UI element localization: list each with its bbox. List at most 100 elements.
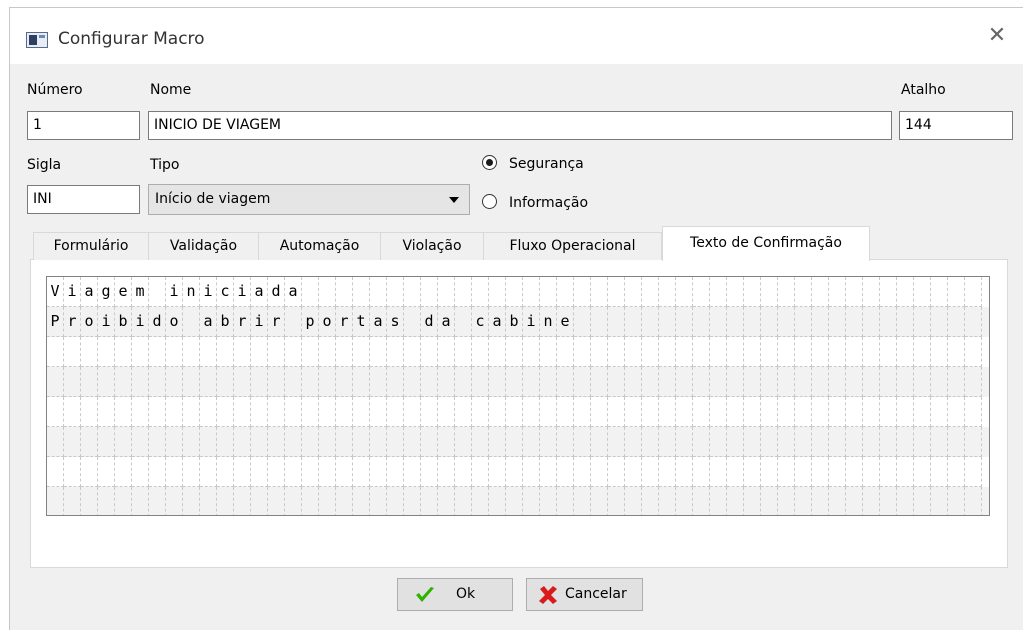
grid-cell[interactable]: a: [81, 277, 98, 307]
grid-cell[interactable]: a: [285, 277, 302, 307]
grid-cell[interactable]: [744, 337, 761, 367]
grid-cell[interactable]: [557, 427, 574, 457]
grid-cell[interactable]: [625, 427, 642, 457]
grid-cell[interactable]: [149, 457, 166, 487]
grid-cell[interactable]: [608, 457, 625, 487]
grid-cell[interactable]: [353, 427, 370, 457]
grid-cell[interactable]: [761, 277, 778, 307]
grid-cell[interactable]: a: [489, 307, 506, 337]
grid-cell[interactable]: [234, 427, 251, 457]
grid-cell[interactable]: [829, 427, 846, 457]
grid-cell[interactable]: [591, 397, 608, 427]
radio-seguranca[interactable]: [482, 155, 497, 170]
grid-cell[interactable]: i: [251, 307, 268, 337]
grid-cell[interactable]: [591, 487, 608, 515]
grid-cell[interactable]: s: [387, 307, 404, 337]
grid-cell[interactable]: [778, 397, 795, 427]
grid-cell[interactable]: [540, 457, 557, 487]
ok-button[interactable]: Ok: [397, 578, 513, 611]
grid-cell[interactable]: a: [370, 307, 387, 337]
grid-cell[interactable]: [897, 367, 914, 397]
grid-cell[interactable]: [914, 427, 931, 457]
grid-cell[interactable]: [302, 487, 319, 515]
grid-cell[interactable]: [574, 277, 591, 307]
grid-cell[interactable]: [353, 367, 370, 397]
grid-cell[interactable]: [319, 427, 336, 457]
grid-cell[interactable]: [897, 397, 914, 427]
grid-cell[interactable]: [642, 427, 659, 457]
grid-cell[interactable]: [540, 487, 557, 515]
grid-row[interactable]: [47, 397, 989, 427]
grid-cell[interactable]: [421, 367, 438, 397]
grid-cell[interactable]: [251, 397, 268, 427]
grid-cell[interactable]: [268, 427, 285, 457]
grid-cell[interactable]: [574, 457, 591, 487]
grid-cell[interactable]: [880, 337, 897, 367]
grid-cell[interactable]: [183, 487, 200, 515]
grid-cell[interactable]: V: [47, 277, 64, 307]
grid-row[interactable]: Viageminiciada: [47, 277, 989, 307]
grid-cell[interactable]: [370, 277, 387, 307]
grid-cell[interactable]: [931, 457, 948, 487]
grid-cell[interactable]: [642, 277, 659, 307]
grid-cell[interactable]: e: [557, 307, 574, 337]
grid-cell[interactable]: [846, 397, 863, 427]
grid-cell[interactable]: [421, 427, 438, 457]
grid-cell[interactable]: [472, 337, 489, 367]
grid-cell[interactable]: [557, 457, 574, 487]
grid-cell[interactable]: [676, 397, 693, 427]
grid-cell[interactable]: [863, 487, 880, 515]
grid-cell[interactable]: [404, 457, 421, 487]
grid-cell[interactable]: [948, 337, 965, 367]
grid-cell[interactable]: [455, 337, 472, 367]
grid-cell[interactable]: [727, 457, 744, 487]
grid-cell[interactable]: [285, 457, 302, 487]
grid-cell[interactable]: [506, 457, 523, 487]
grid-cell[interactable]: [387, 397, 404, 427]
grid-cell[interactable]: [812, 337, 829, 367]
grid-cell[interactable]: [625, 487, 642, 515]
grid-cell[interactable]: i: [234, 277, 251, 307]
grid-cell[interactable]: [778, 427, 795, 457]
grid-cell[interactable]: [200, 397, 217, 427]
grid-cell[interactable]: [115, 367, 132, 397]
grid-cell[interactable]: [370, 427, 387, 457]
grid-cell[interactable]: [149, 337, 166, 367]
grid-cell[interactable]: [829, 277, 846, 307]
grid-cell[interactable]: [200, 487, 217, 515]
grid-cell[interactable]: [761, 337, 778, 367]
grid-cell[interactable]: [353, 457, 370, 487]
grid-cell[interactable]: [676, 457, 693, 487]
grid-cell[interactable]: [625, 277, 642, 307]
grid-cell[interactable]: [897, 427, 914, 457]
grid-cell[interactable]: [812, 307, 829, 337]
grid-cell[interactable]: n: [540, 307, 557, 337]
grid-cell[interactable]: [659, 397, 676, 427]
grid-cell[interactable]: [829, 367, 846, 397]
grid-cell[interactable]: [676, 487, 693, 515]
grid-cell[interactable]: [81, 487, 98, 515]
grid-cell[interactable]: [778, 277, 795, 307]
grid-cell[interactable]: [438, 277, 455, 307]
grid-cell[interactable]: [931, 337, 948, 367]
radio-seguranca-label[interactable]: Segurança: [509, 156, 584, 172]
grid-cell[interactable]: i: [98, 307, 115, 337]
grid-row[interactable]: [47, 367, 989, 397]
grid-cell[interactable]: [302, 367, 319, 397]
grid-cell[interactable]: [506, 367, 523, 397]
grid-cell[interactable]: [285, 487, 302, 515]
grid-cell[interactable]: [285, 427, 302, 457]
grid-cell[interactable]: [523, 277, 540, 307]
grid-cell[interactable]: [829, 457, 846, 487]
grid-cell[interactable]: [914, 277, 931, 307]
grid-cell[interactable]: d: [421, 307, 438, 337]
grid-cell[interactable]: [676, 337, 693, 367]
grid-cell[interactable]: [727, 307, 744, 337]
grid-cell[interactable]: [336, 427, 353, 457]
grid-cell[interactable]: [557, 337, 574, 367]
grid-cell[interactable]: [268, 337, 285, 367]
grid-cell[interactable]: r: [234, 307, 251, 337]
grid-cell[interactable]: [642, 307, 659, 337]
grid-cell[interactable]: [421, 397, 438, 427]
grid-cell[interactable]: [761, 397, 778, 427]
